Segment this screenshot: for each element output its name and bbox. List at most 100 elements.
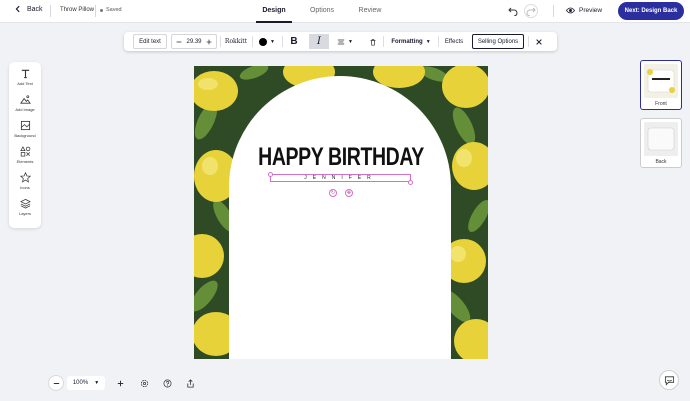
- back-button[interactable]: Back: [14, 5, 43, 13]
- header-divider: [95, 5, 96, 17]
- formatting-label: Formatting: [391, 38, 423, 45]
- color-swatch: [259, 37, 268, 46]
- sidebar-item-label: Elements: [16, 159, 34, 164]
- resize-handle[interactable]: [268, 172, 273, 177]
- saved-dot-icon: [100, 8, 103, 12]
- close-icon: [536, 38, 542, 45]
- text-icon: [21, 69, 29, 79]
- sidebar-item-icons[interactable]: Icons: [9, 172, 41, 196]
- pillow-back-icon: [644, 122, 678, 156]
- font-size-value[interactable]: 29.39: [186, 39, 201, 45]
- tab-options[interactable]: Options: [298, 0, 346, 23]
- caret-down-icon: ▼: [348, 38, 353, 45]
- sidebar-item-background[interactable]: Background: [9, 120, 41, 144]
- resize-handle[interactable]: [408, 180, 413, 185]
- sidebar-item-add-text[interactable]: Add Text: [9, 68, 41, 92]
- sidebar-item-layers[interactable]: Layers: [9, 198, 41, 222]
- sidebar-item-label: Icons: [20, 185, 30, 190]
- italic-button[interactable]: I: [309, 34, 329, 49]
- help-button[interactable]: [159, 375, 175, 391]
- formatting-dropdown[interactable]: Formatting ▼: [387, 34, 435, 49]
- front-preview-image: [644, 64, 678, 98]
- preview-button[interactable]: Preview: [566, 6, 602, 15]
- sidebar-item-label: Add Image: [15, 107, 35, 112]
- design-canvas[interactable]: HAPPY BIRTHDAY JENNIFER ↻ ✥: [194, 66, 488, 359]
- close-toolbar-button[interactable]: [532, 34, 546, 49]
- undo-button[interactable]: [506, 4, 520, 18]
- star-icon: [19, 172, 31, 183]
- header-divider: [553, 5, 554, 17]
- minus-icon[interactable]: [175, 38, 183, 46]
- zoom-level-select[interactable]: 100% ▼: [67, 376, 105, 390]
- zoom-out-button[interactable]: [48, 375, 64, 391]
- share-icon: [186, 378, 194, 388]
- font-family-select[interactable]: Rokkitt: [222, 34, 250, 49]
- trash-icon: [370, 38, 376, 46]
- saved-label: Saved: [106, 7, 122, 13]
- layers-icon: [19, 198, 31, 209]
- toolbar-divider: [252, 36, 253, 47]
- tools-sidebar: Add Text Add Image Background Elements I…: [9, 62, 41, 228]
- selling-options-button[interactable]: Selling Options: [472, 34, 524, 49]
- sidebar-item-label: Add Text: [17, 81, 33, 86]
- font-size-stepper[interactable]: 29.39: [171, 34, 217, 49]
- arch-shape[interactable]: [229, 76, 451, 359]
- sidebar-item-add-image[interactable]: Add Image: [9, 94, 41, 118]
- design-subtitle-text[interactable]: JENNIFER: [271, 175, 410, 181]
- redo-icon: [526, 7, 536, 16]
- sidebar-item-elements[interactable]: Elements: [9, 146, 41, 170]
- text-toolbar: Edit text 29.39 Rokkitt ▼ B I ▼ Formatti…: [124, 32, 557, 51]
- undo-icon: [508, 7, 518, 16]
- back-label: Back: [27, 5, 43, 13]
- next-design-back-button[interactable]: Next: Design Back: [618, 2, 684, 20]
- edit-text-button[interactable]: Edit text: [133, 34, 167, 49]
- toolbar-divider: [438, 36, 439, 47]
- chat-support-button[interactable]: [659, 370, 679, 390]
- sidebar-item-label: Layers: [18, 211, 31, 216]
- rotate-icon[interactable]: ↻: [329, 189, 337, 197]
- effects-button[interactable]: Effects: [442, 34, 466, 49]
- plus-icon: [117, 380, 123, 386]
- share-button[interactable]: [182, 375, 198, 391]
- tab-design[interactable]: Design: [250, 0, 298, 23]
- top-header: Back Throw Pillow Saved Design Options R…: [0, 0, 690, 23]
- align-select[interactable]: ▼: [334, 34, 356, 49]
- design-title-text[interactable]: HAPPY BIRTHDAY: [226, 143, 455, 172]
- align-icon: [337, 39, 345, 44]
- eye-icon: [566, 7, 575, 14]
- zoom-in-button[interactable]: [112, 375, 128, 391]
- chat-icon: [664, 375, 674, 386]
- gear-icon: [140, 379, 148, 387]
- chevron-left-icon: [15, 5, 20, 13]
- caret-down-icon: ▼: [270, 38, 275, 45]
- side-thumbnail-front[interactable]: Front: [640, 60, 682, 110]
- help-icon: [163, 379, 171, 387]
- move-icon[interactable]: ✥: [345, 189, 353, 197]
- side-thumbnail-back[interactable]: Back: [640, 118, 682, 168]
- header-divider: [50, 5, 51, 17]
- subtitle-selection-box[interactable]: JENNIFER: [270, 174, 411, 182]
- toolbar-divider: [383, 36, 384, 47]
- bold-button[interactable]: B: [287, 34, 301, 49]
- save-status: Saved: [100, 7, 122, 13]
- caret-down-icon: ▼: [425, 38, 431, 45]
- zoom-level-value: 100%: [72, 380, 89, 386]
- settings-button[interactable]: [136, 375, 152, 391]
- project-name: Throw Pillow: [60, 7, 95, 13]
- main-tabs: Design Options Review: [250, 0, 394, 23]
- toolbar-divider: [528, 36, 529, 47]
- preview-label: Preview: [579, 7, 603, 14]
- plus-icon[interactable]: [205, 38, 213, 46]
- minus-icon: [53, 382, 59, 384]
- back-preview-image: [644, 122, 678, 156]
- text-color-select[interactable]: ▼: [255, 34, 279, 49]
- toolbar-divider: [220, 36, 221, 47]
- sidebar-item-label: Background: [14, 133, 36, 138]
- background-icon: [20, 120, 30, 131]
- delete-button[interactable]: [366, 34, 380, 49]
- caret-down-icon: ▼: [94, 380, 100, 386]
- tab-review[interactable]: Review: [346, 0, 394, 23]
- side-label-back: Back: [655, 159, 667, 165]
- redo-button[interactable]: [524, 4, 538, 18]
- image-icon: [19, 95, 31, 104]
